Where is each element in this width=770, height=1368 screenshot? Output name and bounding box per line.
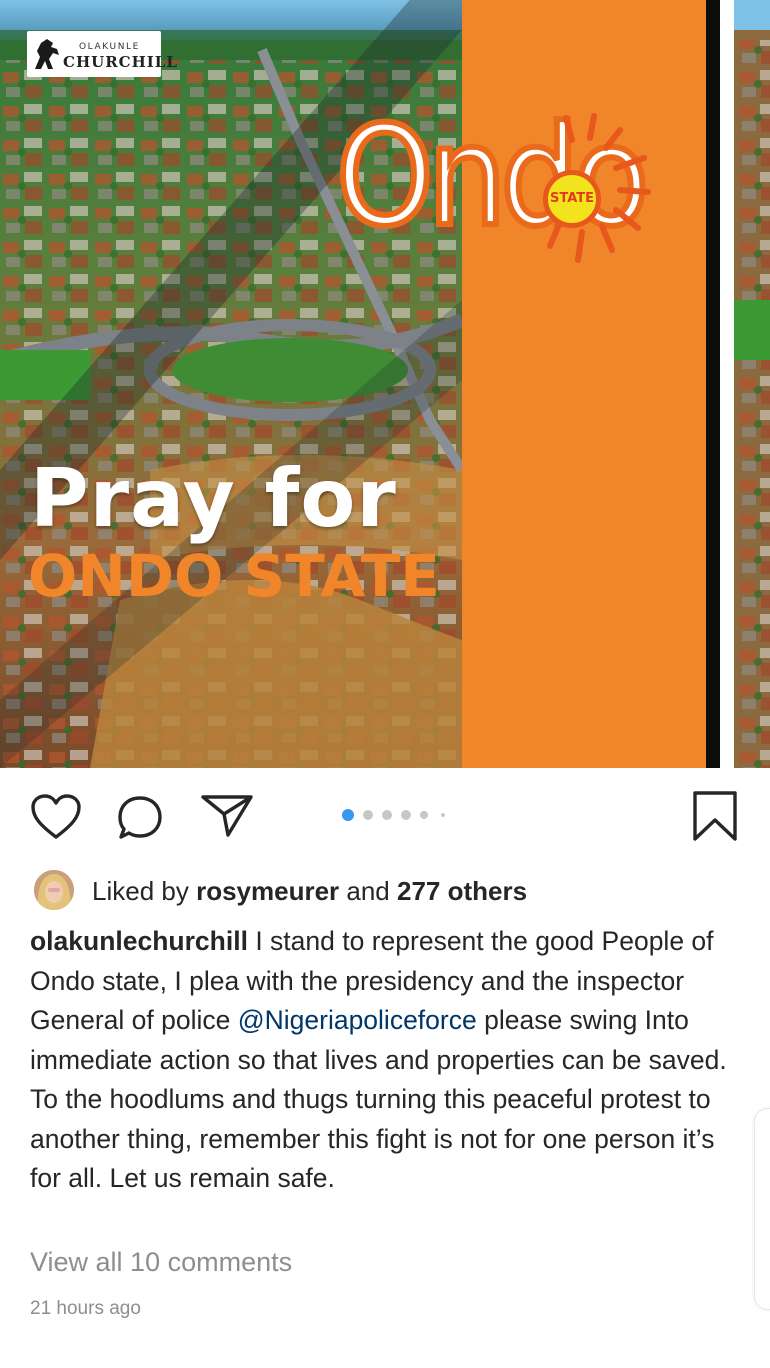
avatar[interactable] — [34, 870, 74, 910]
post-image[interactable]: OLAKUNLE CHURCHILL Ondo STATE Pray for O… — [0, 0, 770, 768]
sun-badge: STATE — [543, 170, 601, 228]
brand-logo: OLAKUNLE CHURCHILL — [27, 31, 177, 77]
likes-others-link[interactable]: 277 others — [397, 876, 527, 906]
caption-text: To the hoodlums and thugs turning this p… — [30, 1084, 715, 1193]
bookmark-icon[interactable] — [692, 790, 738, 842]
liker-avatar-image — [34, 870, 74, 910]
likes-summary: Liked by rosymeurer and 277 others — [92, 876, 527, 907]
carousel-dot — [382, 810, 392, 820]
likes-prefix: Liked by — [92, 876, 189, 906]
comment-bubble-icon[interactable] — [116, 794, 166, 842]
likes-joiner: and — [346, 876, 390, 906]
carousel-dot — [441, 813, 445, 817]
headline-pray-for: Pray for — [30, 452, 397, 545]
sun-badge-label: STATE — [549, 191, 595, 206]
view-all-comments-link[interactable]: View all 10 comments — [30, 1247, 292, 1278]
paper-plane-icon[interactable] — [200, 793, 254, 839]
headline-ondo-state: ONDO STATE — [28, 542, 440, 610]
carousel-dot — [420, 811, 428, 819]
caption-username[interactable]: olakunlechurchill — [30, 926, 248, 956]
carousel-dot — [401, 810, 411, 820]
post-timestamp: 21 hours ago — [30, 1298, 141, 1319]
liker-username[interactable]: rosymeurer — [196, 876, 339, 906]
brand-logo-first-name: OLAKUNLE — [79, 42, 140, 52]
heart-icon[interactable] — [30, 793, 82, 841]
carousel-dot-active — [342, 809, 354, 821]
horse-icon — [35, 39, 59, 69]
post-caption: olakunlechurchill I stand to represent t… — [30, 922, 750, 1199]
caption-mention[interactable]: @Nigeriapoliceforce — [238, 1005, 477, 1035]
side-panel-edge — [754, 1108, 770, 1310]
brand-logo-last-name: CHURCHILL — [63, 53, 178, 71]
carousel-dot — [363, 810, 373, 820]
